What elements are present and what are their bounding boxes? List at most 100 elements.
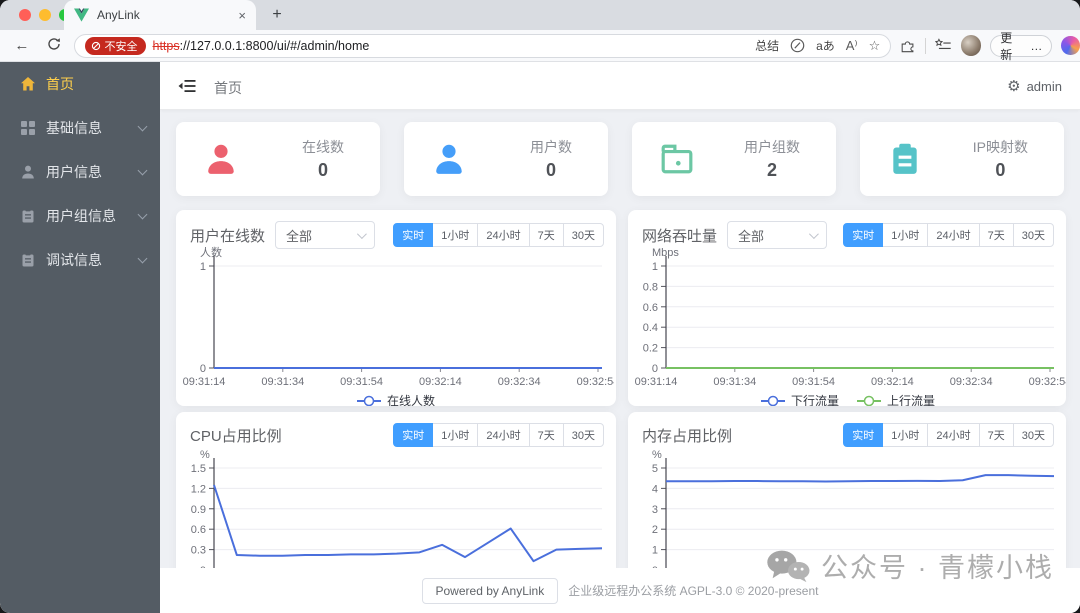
- favorite-star-icon[interactable]: ☆: [869, 38, 881, 54]
- range-realtime-button[interactable]: 实时: [393, 423, 434, 447]
- translate-icon[interactable]: aあ: [816, 37, 835, 54]
- svg-text:0.4: 0.4: [643, 322, 658, 334]
- not-secure-badge[interactable]: 不安全: [84, 36, 146, 55]
- favorites-bar-icon[interactable]: [934, 38, 952, 53]
- chevron-down-icon: [137, 253, 148, 263]
- panel-title: 用户在线数: [190, 227, 266, 245]
- range-30d-button[interactable]: 30天: [562, 423, 604, 447]
- browser-toolbar: ← 不安全 https://127.0.0.1:8800/ui/#/admin/…: [0, 30, 1080, 62]
- breadcrumb[interactable]: 首页: [214, 78, 242, 98]
- sidebar-item-home[interactable]: 首页: [0, 62, 160, 106]
- time-range-group: 实时 1小时 24小时 7天 30天: [393, 423, 604, 447]
- svg-text:0.6: 0.6: [643, 302, 658, 314]
- browser-window: AnyLink × + ← 不安全 https://127.0.0.1:8800…: [0, 0, 1080, 613]
- panel-title: CPU占用比例: [190, 427, 282, 445]
- reload-icon[interactable]: [44, 37, 64, 55]
- not-secure-icon: [91, 41, 100, 50]
- svg-text:09:32:14: 09:32:14: [871, 376, 914, 388]
- svg-text:在线人数: 在线人数: [387, 393, 435, 406]
- app-header: 首页 ⚙ admin: [160, 62, 1080, 110]
- svg-text:1.5: 1.5: [191, 463, 206, 475]
- svg-text:09:31:14: 09:31:14: [183, 376, 226, 388]
- range-7d-button[interactable]: 7天: [978, 423, 1014, 447]
- chevron-down-icon: [137, 165, 148, 175]
- chevron-down-icon: [356, 228, 367, 239]
- range-24h-button[interactable]: 24小时: [477, 423, 530, 447]
- svg-text:%: %: [652, 449, 662, 461]
- pen-circle-icon[interactable]: [790, 38, 805, 53]
- svg-text:09:32:34: 09:32:34: [950, 376, 993, 388]
- tab-close-icon[interactable]: ×: [238, 8, 246, 23]
- stat-value: 0: [545, 160, 556, 180]
- range-1h-button[interactable]: 1小时: [882, 423, 929, 447]
- stat-card-users: 用户数 0: [404, 122, 608, 196]
- powered-by-button[interactable]: Powered by AnyLink: [421, 577, 559, 604]
- collapse-sidebar-icon[interactable]: [178, 77, 196, 95]
- stat-card-groups: 用户组数 2: [632, 122, 836, 196]
- read-aloud-icon[interactable]: A⁾: [846, 38, 858, 54]
- update-button[interactable]: 更新 …: [990, 31, 1053, 62]
- folder-icon: [661, 144, 693, 174]
- range-realtime-button[interactable]: 实时: [843, 423, 884, 447]
- panel-throughput: 网络吞吐量 全部 实时 1小时 24小时 7天 30天 Mbps 0 0.2 0.4 0…: [628, 210, 1066, 406]
- stat-value: 0: [317, 160, 328, 180]
- range-30d-button[interactable]: 30天: [1012, 423, 1054, 447]
- grid-icon: [21, 121, 35, 135]
- svg-text:人数: 人数: [200, 246, 222, 259]
- sidebar-item-debug-info[interactable]: 调试信息: [0, 238, 160, 282]
- svg-text:%: %: [200, 449, 210, 461]
- watermark-text: 公众号 · 青檬小栈: [821, 553, 1054, 583]
- chevron-down-icon: [808, 228, 819, 239]
- svg-text:2: 2: [652, 524, 658, 536]
- copilot-icon[interactable]: [1061, 36, 1080, 55]
- line-chart-svg: 人数 0 1 09:31:14 09:31:34 09:31:54 09:32:14 09:3…: [183, 246, 616, 406]
- svg-text:0.6: 0.6: [191, 524, 206, 536]
- extensions-icon[interactable]: [900, 38, 916, 54]
- panel-title: 内存占用比例: [642, 427, 733, 445]
- sidebar-item-basic-info[interactable]: 基础信息: [0, 106, 160, 150]
- browser-tab[interactable]: AnyLink ×: [64, 0, 256, 30]
- stat-label: 用户组数: [744, 139, 800, 155]
- stats-row: 在线数 0 用户数 0 用户组数 2 IP映射数 0: [176, 122, 1064, 196]
- user-icon: [436, 144, 462, 174]
- user-icon: [208, 144, 234, 174]
- wechat-icon: [767, 550, 810, 582]
- range-24h-button[interactable]: 24小时: [927, 423, 980, 447]
- tab-title: AnyLink: [97, 8, 140, 22]
- sidebar-item-group-info[interactable]: 用户组信息: [0, 194, 160, 238]
- stat-label: 在线数: [302, 139, 344, 155]
- svg-text:0.3: 0.3: [191, 545, 206, 557]
- new-tab-button[interactable]: +: [266, 4, 288, 26]
- watermark: 公众号 · 青檬小栈: [765, 546, 1054, 585]
- username[interactable]: admin: [1027, 79, 1062, 94]
- profile-avatar[interactable]: [960, 35, 982, 56]
- svg-text:0.9: 0.9: [191, 504, 206, 516]
- svg-text:09:31:14: 09:31:14: [635, 376, 678, 388]
- svg-text:09:32:54: 09:32:54: [1029, 376, 1066, 388]
- svg-text:0: 0: [652, 363, 658, 375]
- stat-value: 2: [766, 160, 777, 180]
- line-chart-svg: Mbps00.20.40.60.8109:31:14 09:31:34 09:31:…: [635, 247, 1066, 406]
- window-close-button[interactable]: [19, 9, 31, 21]
- svg-text:0.2: 0.2: [643, 343, 658, 355]
- gear-icon[interactable]: ⚙: [1007, 77, 1020, 95]
- svg-text:下行流量: 下行流量: [791, 394, 839, 406]
- svg-text:09:32:54: 09:32:54: [577, 376, 614, 388]
- more-icon[interactable]: …: [1030, 39, 1042, 53]
- range-1h-button[interactable]: 1小时: [432, 423, 479, 447]
- svg-text:09:31:54: 09:31:54: [340, 376, 383, 388]
- window-minimize-button[interactable]: [39, 9, 51, 21]
- online-users-chart: 人数 0 1 09:31:14 09:31:34 09:31:54 09:32:14 09:3…: [178, 244, 616, 406]
- summarize-button[interactable]: 总结: [755, 37, 779, 54]
- sidebar-item-user-info[interactable]: 用户信息: [0, 150, 160, 194]
- address-bar[interactable]: 不安全 https://127.0.0.1:8800/ui/#/admin/ho…: [73, 33, 892, 58]
- toolbar-divider: [924, 37, 926, 54]
- svg-text:09:31:34: 09:31:34: [713, 376, 756, 388]
- svg-text:0.8: 0.8: [643, 281, 658, 293]
- throughput-chart: Mbps 0 0.2 0.4 0.6 0.8 1 09:31:14 09:31:34 09:31:…: [630, 244, 1066, 406]
- panel-online-users: 用户在线数 全部 实时 1小时 24小时 7天 30天 人数 0 1 09:31:14…: [176, 210, 616, 406]
- chevron-down-icon: [137, 209, 148, 219]
- range-7d-button[interactable]: 7天: [528, 423, 564, 447]
- back-icon[interactable]: ←: [12, 37, 32, 54]
- time-range-group: 实时 1小时 24小时 7天 30天: [843, 423, 1054, 447]
